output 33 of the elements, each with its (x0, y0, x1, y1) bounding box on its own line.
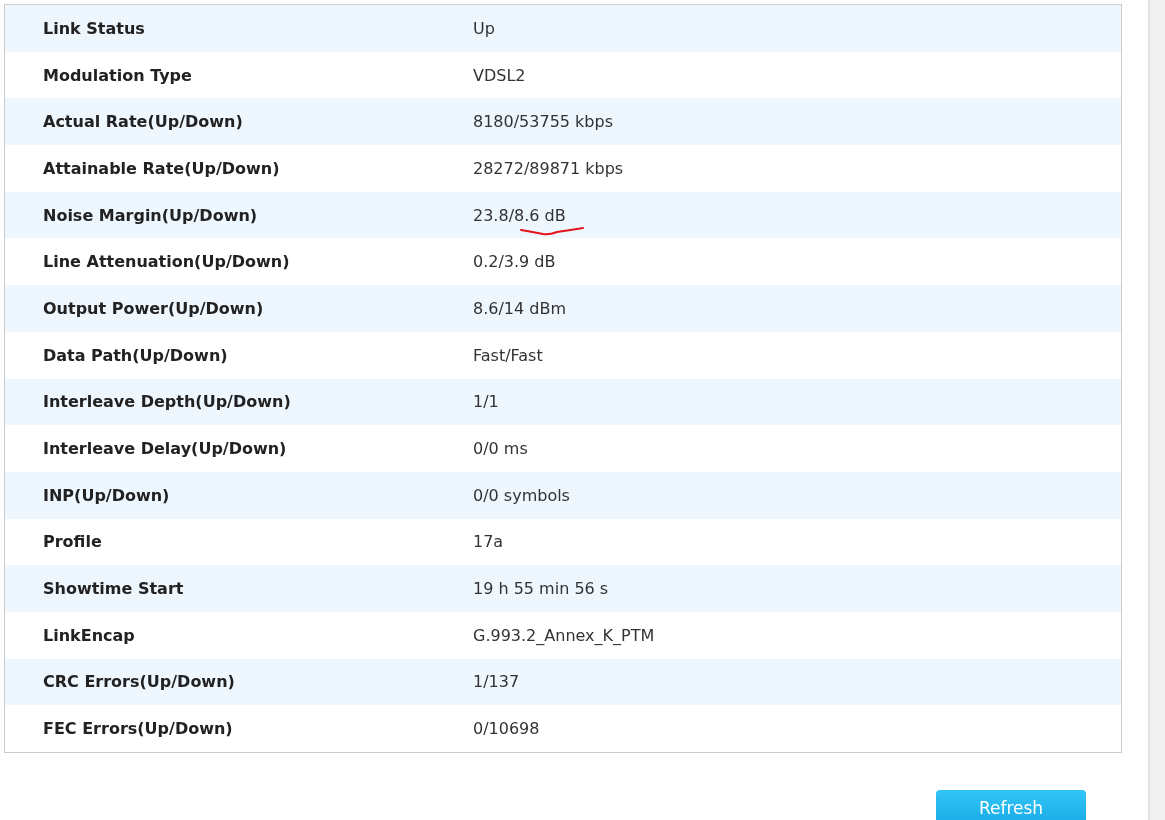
field-label: Profile (42, 532, 103, 552)
field-label: Showtime Start (42, 579, 185, 599)
field-label: Noise Margin(Up/Down) (42, 205, 259, 225)
field-value: 8.6/14 dBm (473, 298, 566, 318)
field-value: 0/0 symbols (473, 485, 570, 505)
field-value: Fast/Fast (473, 345, 543, 365)
field-label: Interleave Depth(Up/Down) (42, 392, 292, 412)
field-label: Line Attenuation(Up/Down) (42, 252, 291, 272)
field-label: CRC Errors(Up/Down) (42, 672, 236, 692)
field-label: Attainable Rate(Up/Down) (42, 158, 281, 178)
field-value: VDSL2 (473, 65, 526, 85)
field-label: FEC Errors(Up/Down) (42, 719, 234, 739)
field-label: Interleave Delay(Up/Down) (42, 439, 288, 459)
field-value: 19 h 55 min 56 s (473, 579, 609, 599)
field-value: 28272/89871 kbps (473, 158, 624, 178)
field-value: 8180/53755 kbps (473, 112, 613, 132)
field-label: Modulation Type (42, 65, 193, 85)
field-label: LinkEncap (42, 625, 136, 645)
field-value: 17a (473, 532, 504, 552)
field-value: 23.8/8.6 dB (473, 205, 566, 225)
field-value: Up (473, 18, 495, 38)
field-value: 0/10698 (473, 719, 540, 739)
field-value: 0/0 ms (473, 439, 528, 459)
field-label: Actual Rate(Up/Down) (42, 112, 244, 132)
field-label: INP(Up/Down) (42, 485, 171, 505)
field-value: 0.2/3.9 dB (473, 252, 556, 272)
field-value: 1/137 (473, 672, 520, 692)
field-value: G.993.2_Annex_K_PTM (473, 625, 655, 645)
refresh-button[interactable]: Refresh (936, 790, 1087, 820)
field-label: Data Path(Up/Down) (42, 345, 229, 365)
field-label: Output Power(Up/Down) (42, 298, 265, 318)
field-value: 1/1 (473, 392, 499, 412)
field-label: Link Status (42, 18, 146, 38)
